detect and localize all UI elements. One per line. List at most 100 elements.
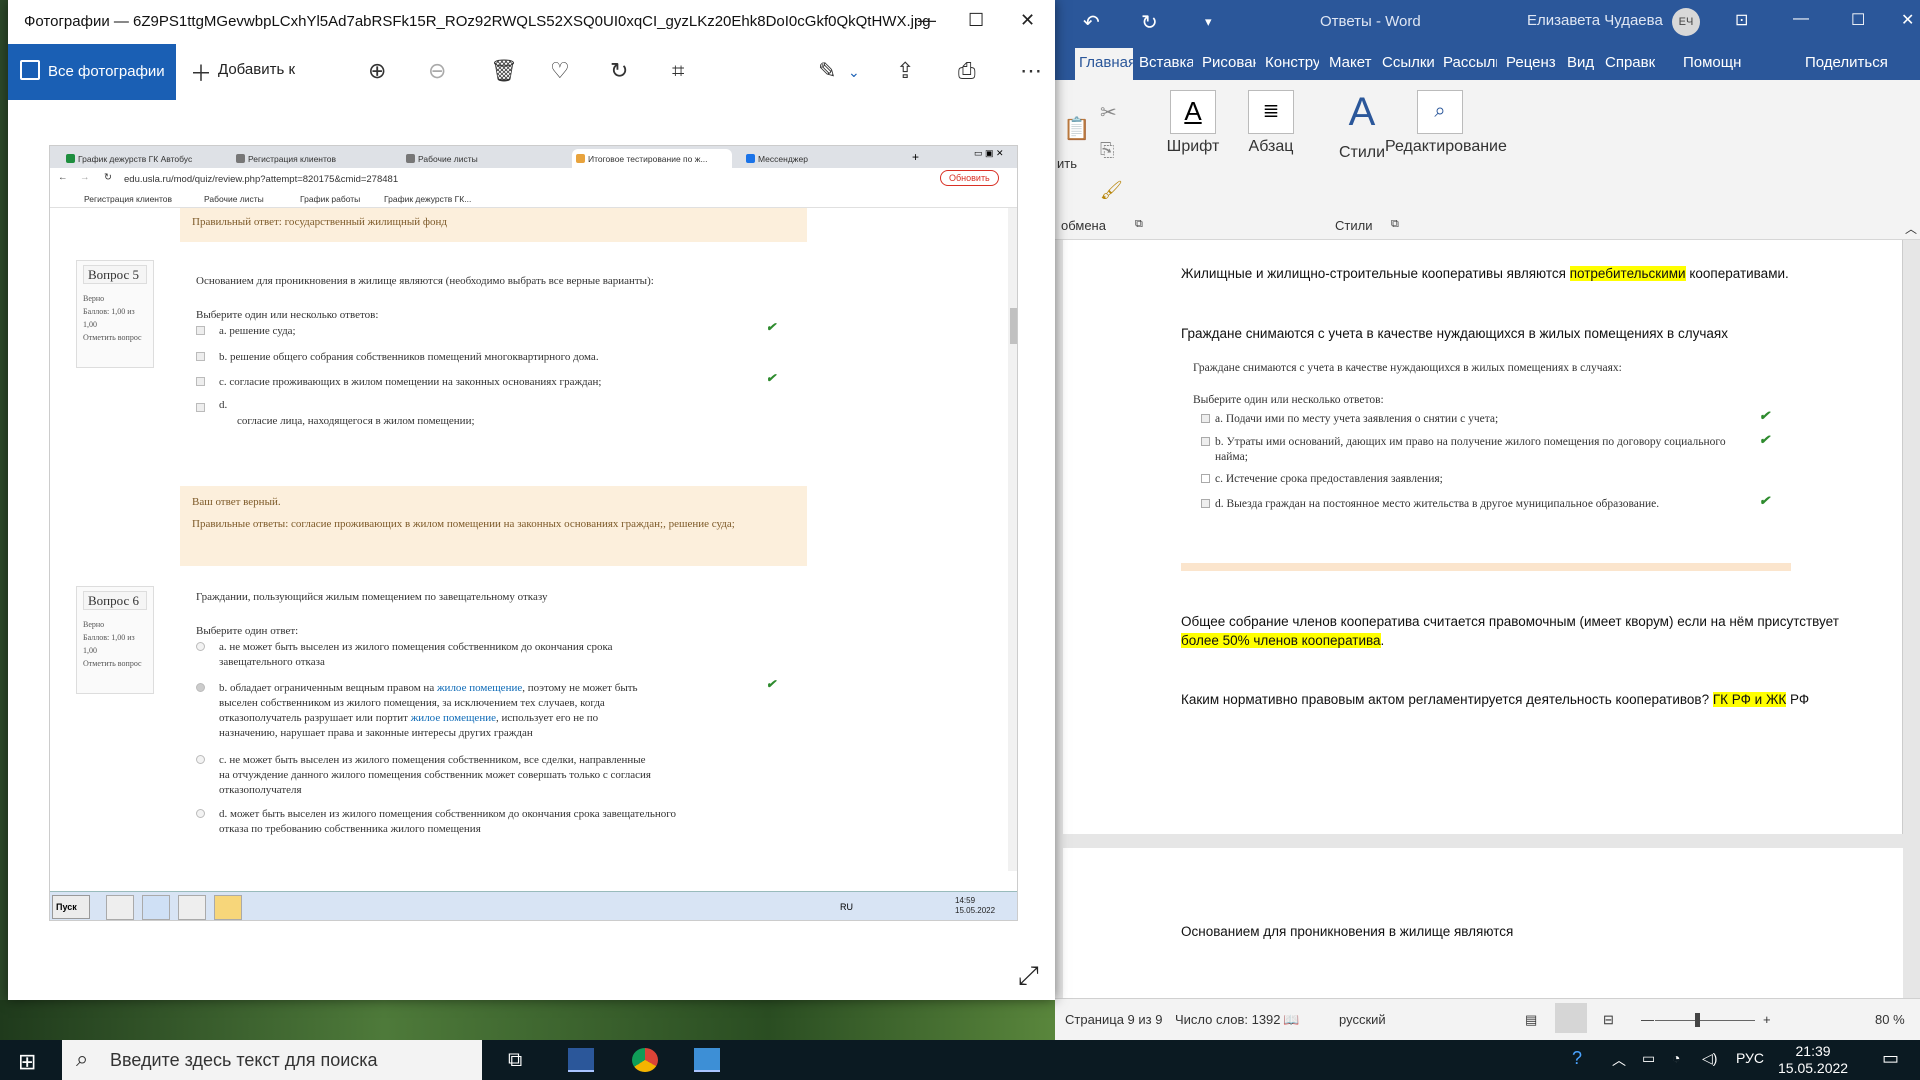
question-info: Вопрос 5 Верно Баллов: 1,00 из 1,00 Отме… [76, 260, 154, 368]
displayed-image[interactable]: График дежурств ГК Автобус Регистрация к… [49, 145, 1018, 921]
cut-icon[interactable]: ✂ [1100, 100, 1117, 125]
copy-icon[interactable]: ⎘ [1100, 140, 1114, 161]
feedback-box: Ваш ответ верный. Правильные ответы: сог… [180, 486, 807, 566]
tab-mailings[interactable]: Рассылк [1443, 54, 1497, 71]
photos-app-icon[interactable] [694, 1048, 720, 1072]
zoom-in-icon[interactable]: ⊕ [368, 58, 386, 84]
close-icon[interactable]: ✕ [1901, 10, 1914, 30]
maximize-icon[interactable]: ☐ [968, 10, 984, 31]
close-icon[interactable]: ✕ [1020, 10, 1035, 31]
font-label[interactable]: Шрифт [1160, 138, 1226, 156]
search-icon: ⌕ [76, 1046, 89, 1071]
excel-icon [178, 895, 206, 920]
zoom-thumb[interactable] [1695, 1013, 1700, 1027]
ribbon-display-icon[interactable]: ⊡ [1735, 10, 1748, 30]
chrome-icon [142, 895, 170, 920]
share-button[interactable]: Поделиться [1805, 54, 1915, 71]
tab-review[interactable]: Реценз [1506, 54, 1558, 71]
web-layout-icon[interactable]: ⊟ [1603, 1012, 1614, 1028]
chrome-app-icon[interactable] [632, 1048, 658, 1072]
tab-tell-me[interactable]: Помощн [1683, 54, 1755, 71]
paragraph-icon[interactable]: ≣ [1248, 90, 1294, 134]
tab-layout[interactable]: Макет [1329, 54, 1373, 71]
fullscreen-icon[interactable]: ⤢ [1018, 960, 1039, 992]
clock[interactable]: 21:39 15.05.2022 [1778, 1043, 1848, 1077]
paste-icon[interactable]: 📋 [1063, 116, 1090, 142]
styles-icon[interactable]: A [1337, 90, 1387, 135]
delete-icon[interactable]: 🗑 [490, 58, 518, 84]
zoom-in-icon[interactable]: + [1763, 1012, 1771, 1027]
proofing-icon[interactable]: 📖 [1283, 1012, 1299, 1028]
tab-view[interactable]: Вид [1567, 54, 1597, 71]
tab-help[interactable]: Справк [1605, 54, 1655, 71]
font-icon[interactable]: A [1170, 90, 1216, 134]
word-count[interactable]: Число слов: 1392 [1175, 1012, 1281, 1027]
notifications-icon[interactable]: ▭ [1882, 1048, 1899, 1069]
more-icon[interactable]: ⋯ [1020, 58, 1042, 84]
question-status: Верно [83, 620, 105, 629]
all-photos-button[interactable]: Все фотографии [8, 44, 176, 100]
editing-label[interactable]: Редактирование [1385, 138, 1507, 156]
language[interactable]: русский [1339, 1012, 1386, 1027]
user-name[interactable]: Елизавета Чудаева [1527, 12, 1663, 29]
edit-icon[interactable]: ✎ [818, 58, 836, 84]
zoom-out-icon[interactable]: ⊖ [428, 58, 446, 84]
tab-insert[interactable]: Вставка [1139, 54, 1193, 71]
wifi-icon[interactable]: ◔ [1672, 1050, 1680, 1066]
help-icon[interactable]: ? [1572, 1048, 1582, 1069]
window-controls-icon: ▭ ▣ ✕ [974, 148, 1004, 158]
styles-launcher-icon[interactable]: ⧉ [1391, 218, 1399, 231]
zoom-slider[interactable] [1655, 1020, 1755, 1021]
minimize-icon[interactable]: — [918, 10, 936, 31]
zoom-level[interactable]: 80 % [1875, 1012, 1905, 1027]
format-painter-icon[interactable]: 🖌 [1100, 180, 1123, 201]
search-box[interactable]: ⌕ Введите здесь текст для поиска [62, 1040, 482, 1080]
paragraph-label[interactable]: Абзац [1240, 138, 1302, 156]
favorite-icon[interactable]: ♡ [550, 58, 570, 84]
task-view-icon[interactable]: ⧉ [508, 1049, 522, 1072]
undo-icon[interactable]: ↶ [1083, 10, 1100, 35]
dialog-launcher-icon[interactable]: ⧉ [1135, 218, 1143, 231]
chevron-up-icon[interactable]: ︿ [1612, 1050, 1626, 1070]
chevron-down-icon[interactable]: ⌄ [848, 64, 860, 81]
minimize-icon[interactable]: — [1793, 10, 1809, 28]
print-icon[interactable]: ⎙ [958, 58, 976, 84]
crop-icon[interactable]: ⌗ [672, 58, 684, 84]
input-language[interactable]: РУС [1736, 1050, 1764, 1066]
styles-label[interactable]: Стили [1337, 144, 1387, 162]
word-app-icon[interactable] [568, 1048, 594, 1072]
bookmark: График дежурств ГК... [384, 194, 472, 204]
document-page-2[interactable]: Основанием для проникновения в жилище яв… [1063, 848, 1903, 998]
checkbox [1201, 499, 1210, 508]
tab-design[interactable]: Констру [1265, 54, 1319, 71]
rotate-icon[interactable]: ↻ [610, 58, 628, 84]
search-icon[interactable]: ⌕ [1417, 90, 1463, 134]
customize-qat-icon[interactable]: ▾ [1205, 14, 1212, 30]
maximize-icon[interactable]: ☐ [1851, 10, 1865, 30]
messenger-icon [746, 154, 755, 163]
collapse-ribbon-icon[interactable]: ︿ [1905, 220, 1917, 237]
quiz-review: Правильный ответ: государственный жилищн… [50, 208, 1017, 871]
tab-references[interactable]: Ссылки [1382, 54, 1434, 71]
read-mode-icon[interactable]: ▤ [1525, 1012, 1537, 1028]
redo-icon[interactable]: ↻ [1141, 10, 1158, 35]
share-icon[interactable]: ⇪ [896, 58, 914, 84]
paste-label[interactable]: ить [1057, 156, 1077, 171]
embed-option-c: c. Истечение срока предоставления заявле… [1215, 473, 1443, 485]
photos-window: Фотографии — 6Z9PS1ttgMGevwbpLCxhYl5Ad7a… [8, 0, 1055, 1000]
xp-taskbar: Пуск RU 14:59 15.05.2022 [50, 891, 1017, 920]
document-page[interactable]: Жилищные и жилищно-строительные кооперат… [1063, 240, 1903, 834]
start-button: Пуск [52, 895, 90, 919]
add-icon[interactable]: ＋ [190, 56, 212, 88]
tab-home[interactable]: Главная [1075, 48, 1133, 80]
browser-scrollbar [1008, 208, 1017, 871]
zoom-out-icon[interactable]: — [1641, 1012, 1654, 1027]
add-to-button[interactable]: Добавить к [218, 61, 295, 78]
print-layout-icon[interactable] [1555, 1003, 1587, 1033]
page-count[interactable]: Страница 9 из 9 [1065, 1012, 1162, 1027]
avatar[interactable]: ЕЧ [1672, 8, 1700, 36]
volume-icon[interactable]: ◁) [1702, 1050, 1717, 1067]
battery-icon[interactable]: ▭ [1642, 1050, 1655, 1067]
tab-draw[interactable]: Рисован [1202, 54, 1256, 71]
windows-start-icon[interactable]: ⊞ [18, 1049, 36, 1075]
